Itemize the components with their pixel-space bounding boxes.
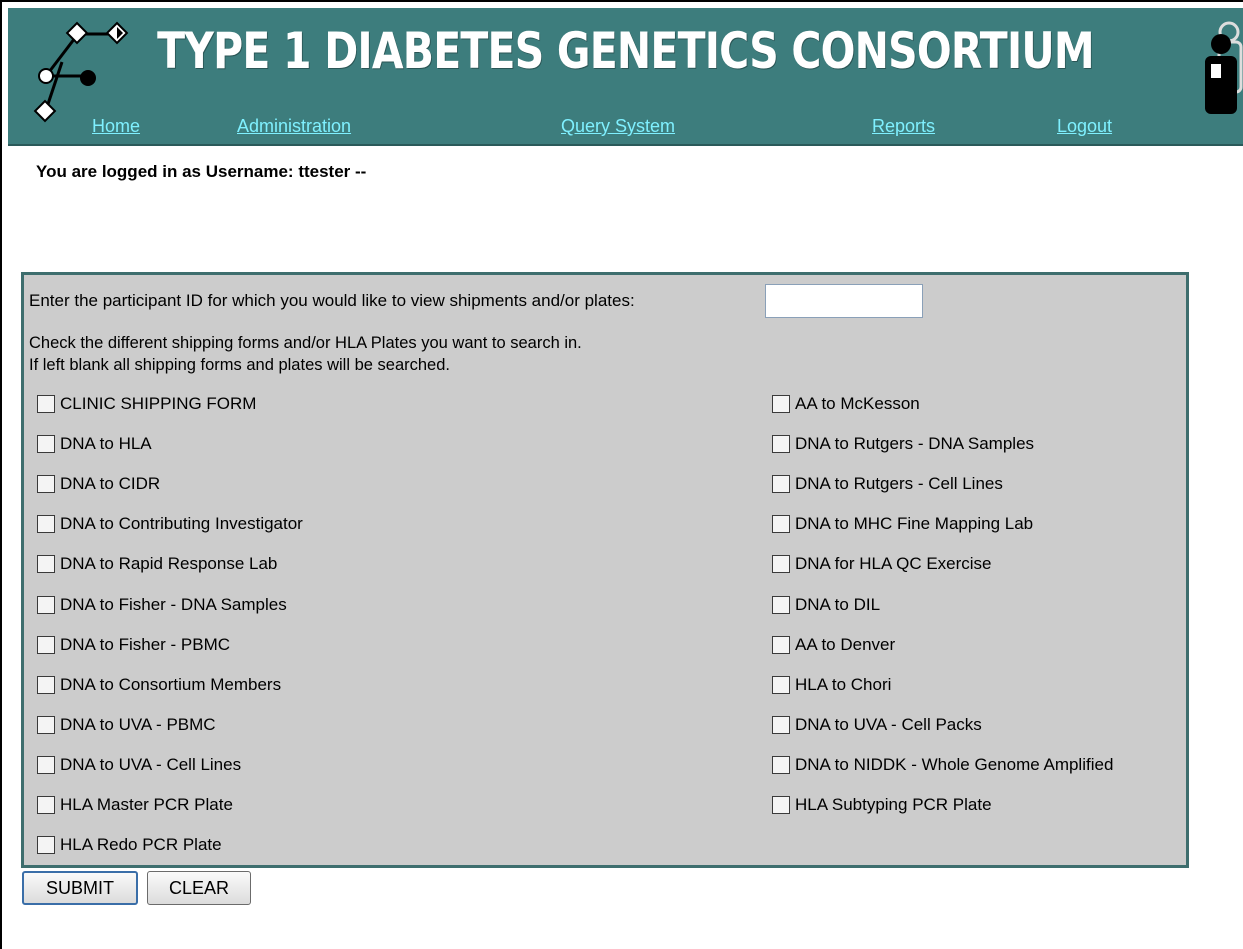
option-label: HLA Redo PCR Plate	[60, 835, 222, 855]
nav-administration-link[interactable]: Administration	[237, 116, 351, 137]
left-option-row[interactable]: DNA to Contributing Investigator	[37, 514, 303, 534]
clear-button[interactable]: CLEAR	[147, 871, 251, 905]
option-checkbox[interactable]	[37, 435, 55, 454]
people-silhouette-icon	[1205, 21, 1243, 114]
site-header: TYPE 1 DIABETES GENETICS CONSORTIUM Home…	[8, 8, 1243, 146]
option-label: DNA to Fisher - DNA Samples	[60, 594, 287, 614]
option-label: DNA to Contributing Investigator	[60, 514, 303, 534]
option-label: DNA to NIDDK - Whole Genome Amplified	[795, 754, 1114, 774]
search-instructions: Check the different shipping forms and/o…	[29, 332, 582, 376]
option-checkbox[interactable]	[37, 635, 55, 654]
option-label: DNA to Rutgers - DNA Samples	[795, 434, 1035, 454]
option-label: DNA to Fisher - PBMC	[60, 634, 231, 654]
left-option-row[interactable]: DNA to Rapid Response Lab	[37, 554, 277, 574]
option-checkbox[interactable]	[37, 595, 55, 614]
option-checkbox[interactable]	[37, 395, 55, 413]
option-label: AA to McKesson	[795, 394, 920, 413]
option-checkbox[interactable]	[37, 475, 55, 494]
option-checkbox[interactable]	[37, 796, 55, 814]
option-checkbox[interactable]	[772, 595, 790, 614]
option-checkbox[interactable]	[37, 675, 55, 694]
option-label: AA to Denver	[795, 634, 896, 654]
right-option-row[interactable]: HLA Subtyping PCR Plate	[772, 795, 992, 815]
left-option-row[interactable]: CLINIC SHIPPING FORM	[37, 394, 256, 414]
left-option-row[interactable]: DNA to UVA - PBMC	[37, 715, 216, 735]
option-label: DNA to Rapid Response Lab	[60, 554, 278, 574]
left-option-row[interactable]: DNA to CIDR	[37, 474, 160, 494]
option-checkbox[interactable]	[37, 715, 55, 734]
option-label: DNA to Rutgers - Cell Lines	[795, 474, 1003, 494]
left-option-row[interactable]: HLA Master PCR Plate	[37, 795, 233, 815]
participant-id-label: Enter the participant ID for which you w…	[29, 291, 635, 310]
left-option-row[interactable]: DNA to HLA	[37, 434, 152, 454]
option-checkbox[interactable]	[772, 395, 790, 413]
right-option-row[interactable]: DNA to UVA - Cell Packs	[772, 715, 982, 735]
nav-reports-link[interactable]: Reports	[872, 116, 935, 137]
left-option-row[interactable]: DNA to Consortium Members	[37, 675, 281, 695]
instructions-line-2: If left blank all shipping forms and pla…	[29, 356, 450, 374]
left-option-row[interactable]: DNA to Fisher - DNA Samples	[37, 595, 287, 615]
option-label: HLA Master PCR Plate	[60, 795, 233, 814]
right-option-row[interactable]: HLA to Chori	[772, 675, 891, 695]
option-checkbox[interactable]	[37, 755, 55, 774]
participant-id-input[interactable]	[765, 284, 923, 318]
right-option-row[interactable]: DNA to DIL	[772, 595, 880, 615]
nav-home-link[interactable]: Home	[92, 116, 140, 137]
option-label: CLINIC SHIPPING FORM	[60, 394, 257, 413]
left-option-row[interactable]: DNA to UVA - Cell Lines	[37, 755, 241, 775]
option-label: DNA for HLA QC Exercise	[795, 554, 992, 574]
option-checkbox[interactable]	[772, 755, 790, 774]
instructions-line-1: Check the different shipping forms and/o…	[29, 334, 582, 352]
option-checkbox[interactable]	[772, 555, 790, 574]
login-status: You are logged in as Username: ttester -…	[36, 162, 367, 181]
option-checkbox[interactable]	[772, 635, 790, 654]
option-label: DNA to Consortium Members	[60, 674, 282, 694]
option-checkbox[interactable]	[772, 515, 790, 534]
option-checkbox[interactable]	[37, 836, 55, 855]
right-option-row[interactable]: DNA to NIDDK - Whole Genome Amplified	[772, 755, 1113, 775]
left-option-row[interactable]: HLA Redo PCR Plate	[37, 835, 222, 855]
option-label: DNA to UVA - PBMC	[60, 714, 216, 734]
right-option-row[interactable]: DNA to Rutgers - DNA Samples	[772, 434, 1034, 454]
option-checkbox[interactable]	[37, 555, 55, 574]
option-label: DNA to MHC Fine Mapping Lab	[795, 514, 1034, 534]
option-label: HLA Subtyping PCR Plate	[795, 795, 992, 814]
option-label: DNA to UVA - Cell Lines	[60, 754, 242, 774]
option-checkbox[interactable]	[772, 675, 790, 694]
option-checkbox[interactable]	[772, 715, 790, 734]
option-label: DNA to CIDR	[60, 474, 161, 494]
option-checkbox[interactable]	[772, 796, 790, 814]
right-option-row[interactable]: DNA to MHC Fine Mapping Lab	[772, 514, 1033, 534]
left-option-row[interactable]: DNA to Fisher - PBMC	[37, 635, 230, 655]
right-option-row[interactable]: AA to Denver	[772, 635, 895, 655]
option-label: DNA to UVA - Cell Packs	[795, 714, 982, 734]
nav-logout-link[interactable]: Logout	[1057, 116, 1112, 137]
option-label: DNA to HLA	[60, 434, 152, 454]
submit-button[interactable]: SUBMIT	[22, 871, 138, 905]
option-label: HLA to Chori	[795, 674, 892, 694]
nav-query-system-link[interactable]: Query System	[561, 116, 675, 137]
option-label: DNA to DIL	[795, 594, 881, 614]
right-option-row[interactable]: DNA for HLA QC Exercise	[772, 554, 992, 574]
right-option-row[interactable]: DNA to Rutgers - Cell Lines	[772, 474, 1003, 494]
option-checkbox[interactable]	[37, 515, 55, 534]
option-checkbox[interactable]	[772, 475, 790, 494]
right-option-row[interactable]: AA to McKesson	[772, 394, 920, 414]
site-title: TYPE 1 DIABETES GENETICS CONSORTIUM	[157, 22, 1095, 80]
option-checkbox[interactable]	[772, 435, 790, 454]
